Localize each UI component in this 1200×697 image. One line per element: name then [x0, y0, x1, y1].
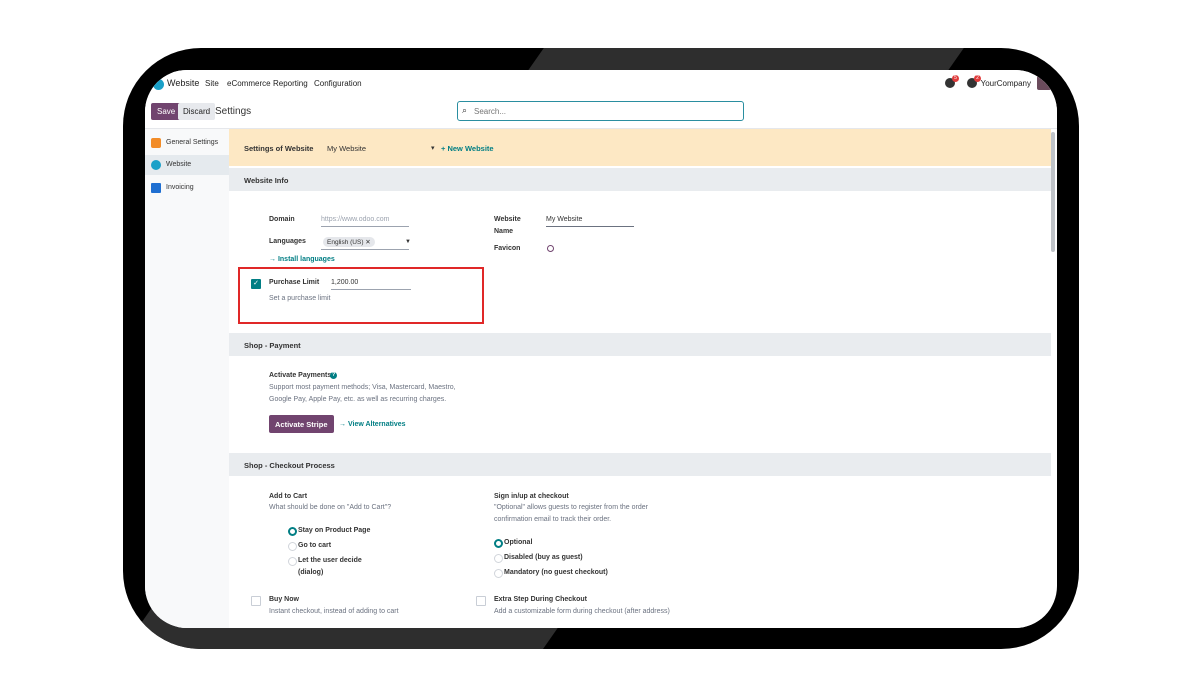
radio-go-to-cart[interactable] [288, 542, 297, 551]
messages-badge: 5 [952, 75, 959, 82]
sign-in-label: Sign in/up at checkout [494, 493, 569, 500]
domain-field[interactable]: https://www.odoo.com [321, 216, 389, 223]
website-app-icon[interactable] [153, 79, 164, 90]
extra-step-desc: Add a customizable form during checkout … [494, 608, 670, 615]
caret-down-icon[interactable]: ▼ [405, 239, 411, 245]
activate-stripe-button[interactable]: Activate Stripe [269, 415, 334, 433]
search-icon: ⌕ [462, 105, 468, 115]
section-title: Website Info [244, 176, 289, 185]
option-disabled[interactable]: Disabled (buy as guest) [504, 554, 583, 561]
scrollbar[interactable] [1051, 132, 1055, 252]
sidebar-item-label: General Settings [166, 139, 219, 146]
languages-underline [321, 249, 409, 250]
messages-icon[interactable]: 5 [945, 75, 959, 88]
discard-button[interactable]: Discard [178, 103, 216, 120]
option-user-decide-2: (dialog) [298, 569, 324, 576]
breadcrumb: Settings [215, 106, 252, 117]
radio-stay-on-product[interactable] [288, 527, 297, 536]
sign-in-desc-1: "Optional" allows guests to register fro… [494, 504, 648, 511]
radio-user-decide[interactable] [288, 557, 297, 566]
view-alternatives-link[interactable]: → View Alternatives [339, 421, 406, 428]
install-languages-link[interactable]: → Install languages [269, 256, 335, 263]
domain-label: Domain [269, 216, 295, 223]
nav-reporting[interactable]: Reporting [273, 79, 308, 88]
section-title: Shop - Checkout Process [244, 461, 335, 470]
website-selector-label: Settings of Website [244, 144, 314, 153]
save-button[interactable]: Save [151, 103, 182, 120]
section-checkout-process: Shop - Checkout Process [229, 453, 1051, 476]
search-input[interactable] [472, 103, 736, 119]
buy-now-desc: Instant checkout, instead of adding to c… [269, 608, 399, 615]
website-app-icon [151, 160, 161, 170]
company-switcher[interactable]: YourCompany [981, 79, 1031, 88]
activity-clock-icon[interactable]: 2 [967, 75, 981, 88]
radio-mandatory[interactable] [494, 569, 503, 578]
purchase-limit-label: Purchase Limit [269, 279, 320, 286]
purchase-limit-help: Set a purchase limit [269, 295, 331, 302]
nav-ecommerce[interactable]: eCommerce [227, 79, 271, 88]
top-navbar: Website Site eCommerce Reporting Configu… [145, 70, 1057, 98]
sidebar-item-website[interactable]: Website [145, 155, 229, 175]
option-go-to-cart[interactable]: Go to cart [298, 542, 331, 549]
settings-app-icon [151, 138, 161, 148]
activate-payments-desc-1: Support most payment methods; Visa, Mast… [269, 384, 456, 391]
close-icon[interactable]: ✕ [365, 239, 370, 246]
website-selector-bar: Settings of Website My Website ▾ + New W… [229, 129, 1051, 166]
sidebar-item-label: Website [166, 161, 192, 168]
purchase-limit-checkbox[interactable]: ✓ [251, 279, 261, 289]
language-tag[interactable]: English (US) ✕ [323, 237, 375, 247]
favicon-label: Favicon [494, 245, 521, 252]
add-to-cart-desc: What should be done on "Add to Cart"? [269, 504, 392, 511]
extra-step-checkbox[interactable] [476, 596, 486, 606]
user-avatar[interactable] [1037, 76, 1051, 90]
website-selector[interactable]: My Website [327, 144, 366, 153]
option-mandatory[interactable]: Mandatory (no guest checkout) [504, 569, 608, 576]
invoicing-app-icon [151, 183, 161, 193]
settings-sidebar: General Settings Website Invoicing [145, 129, 230, 628]
help-icon[interactable]: ? [330, 372, 337, 379]
website-name-field[interactable]: My Website [546, 216, 582, 223]
section-website-info: Website Info [229, 168, 1051, 191]
option-stay-on-product[interactable]: Stay on Product Page [298, 527, 370, 534]
install-languages-label: Install languages [277, 256, 335, 263]
nav-site[interactable]: Site [205, 79, 219, 88]
languages-label: Languages [269, 238, 306, 245]
nav-app-name[interactable]: Website [167, 78, 199, 88]
activate-payments-label: Activate Payments [269, 372, 332, 379]
buy-now-checkbox[interactable] [251, 596, 261, 606]
sidebar-item-label: Invoicing [166, 184, 194, 191]
section-title: Shop - Payment [244, 341, 301, 350]
section-shop-payment: Shop - Payment [229, 333, 1051, 356]
add-to-cart-label: Add to Cart [269, 493, 308, 500]
favicon-image[interactable] [547, 245, 554, 252]
sidebar-item-general-settings[interactable]: General Settings [145, 133, 229, 153]
new-website-button[interactable]: + New Website [441, 144, 494, 153]
radio-optional[interactable] [494, 539, 503, 548]
sidebar-item-invoicing[interactable]: Invoicing [145, 178, 229, 198]
option-optional[interactable]: Optional [504, 539, 532, 546]
nav-configuration[interactable]: Configuration [314, 79, 362, 88]
buy-now-label: Buy Now [269, 596, 299, 603]
search-box[interactable]: ⌕ [457, 101, 744, 121]
control-panel: Save Discard Settings ⌕ [145, 98, 1057, 129]
sign-in-desc-2: confirmation email to track their order. [494, 516, 612, 523]
purchase-limit-underline [331, 289, 411, 290]
language-tag-label: English (US) [327, 239, 364, 246]
purchase-limit-field[interactable]: 1,200.00 [331, 279, 358, 286]
activate-payments-desc-2: Google Pay, Apple Pay, etc. as well as r… [269, 396, 447, 403]
domain-underline [321, 226, 409, 227]
app-screen: Website Site eCommerce Reporting Configu… [145, 70, 1057, 628]
extra-step-label: Extra Step During Checkout [494, 596, 587, 603]
view-alternatives-label: View Alternatives [347, 421, 406, 428]
settings-content: Settings of Website My Website ▾ + New W… [229, 129, 1051, 628]
radio-disabled[interactable] [494, 554, 503, 563]
option-user-decide[interactable]: Let the user decide [298, 557, 362, 564]
website-name-label: Website [494, 216, 521, 223]
website-name-underline [546, 226, 634, 227]
website-name-label-2: Name [494, 228, 514, 235]
caret-down-icon[interactable]: ▾ [431, 144, 435, 152]
